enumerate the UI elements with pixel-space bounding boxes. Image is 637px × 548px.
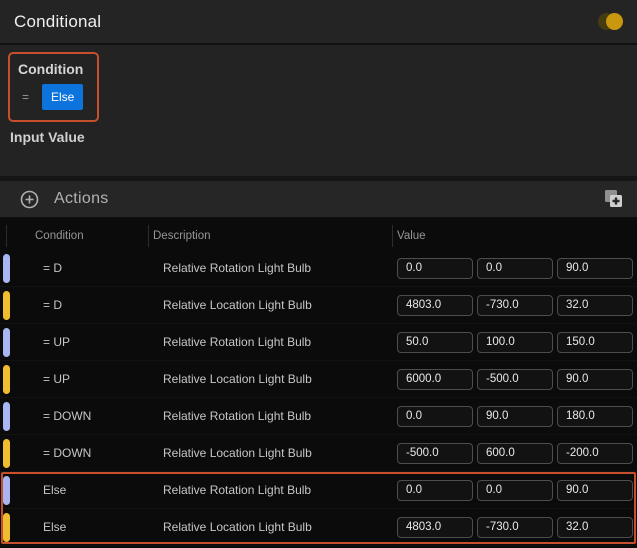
row-description: Relative Location Light Bulb — [163, 520, 397, 534]
condition-label: Condition — [18, 61, 83, 77]
condition-box: Condition = Else — [8, 52, 99, 122]
value-x-input[interactable] — [397, 369, 473, 390]
value-x-input[interactable] — [397, 443, 473, 464]
row-accent-pill — [3, 513, 10, 542]
value-y-input[interactable] — [477, 332, 553, 353]
condition-else-badge[interactable]: Else — [42, 84, 83, 110]
row-condition: = UP — [43, 335, 163, 349]
action-row[interactable]: = UP Relative Rotation Light Bulb — [0, 324, 637, 361]
row-condition: = DOWN — [43, 446, 163, 460]
actions-table-header: Condition Description Value — [0, 222, 637, 250]
row-description: Relative Rotation Light Bulb — [163, 261, 397, 275]
value-z-input[interactable] — [557, 258, 633, 279]
value-z-input[interactable] — [557, 406, 633, 427]
row-accent-pill — [3, 439, 10, 468]
row-accent-pill — [3, 402, 10, 431]
input-value-label: Input Value — [10, 129, 629, 145]
header-condition: Condition — [35, 230, 153, 242]
row-description: Relative Location Light Bulb — [163, 446, 397, 460]
column-divider[interactable] — [148, 225, 149, 247]
row-description: Relative Location Light Bulb — [163, 372, 397, 386]
value-z-input[interactable] — [557, 295, 633, 316]
value-y-input[interactable] — [477, 406, 553, 427]
value-z-input[interactable] — [557, 480, 633, 501]
row-condition: Else — [43, 483, 163, 497]
row-condition: Else — [43, 520, 163, 534]
row-accent-pill — [3, 254, 10, 283]
action-row[interactable]: = D Relative Rotation Light Bulb — [0, 250, 637, 287]
row-condition: = UP — [43, 372, 163, 386]
row-accent-pill — [3, 365, 10, 394]
row-description: Relative Rotation Light Bulb — [163, 483, 397, 497]
value-x-input[interactable] — [397, 295, 473, 316]
duplicate-plus-icon — [601, 187, 625, 211]
column-divider[interactable] — [6, 225, 7, 247]
action-row[interactable]: = D Relative Location Light Bulb — [0, 287, 637, 324]
header-value: Value — [397, 230, 426, 242]
value-x-input[interactable] — [397, 480, 473, 501]
value-z-input[interactable] — [557, 443, 633, 464]
value-y-input[interactable] — [477, 295, 553, 316]
plus-circle-icon — [20, 190, 39, 209]
equals-operator: = — [22, 90, 34, 104]
row-description: Relative Rotation Light Bulb — [163, 409, 397, 423]
value-x-input[interactable] — [397, 332, 473, 353]
value-y-input[interactable] — [477, 369, 553, 390]
keyframe-dot-icon[interactable] — [598, 13, 623, 30]
panel-title: Conditional — [14, 12, 101, 32]
row-accent-pill — [3, 476, 10, 505]
actions-title: Actions — [54, 190, 109, 208]
actions-header: Actions — [0, 181, 637, 218]
value-x-input[interactable] — [397, 406, 473, 427]
conditional-panel: Conditional Condition = Else Input Value… — [0, 0, 637, 548]
value-y-input[interactable] — [477, 258, 553, 279]
value-y-input[interactable] — [477, 517, 553, 538]
action-row[interactable]: = DOWN Relative Rotation Light Bulb — [0, 398, 637, 435]
value-z-input[interactable] — [557, 369, 633, 390]
panel-titlebar: Conditional — [0, 0, 637, 45]
action-row[interactable]: Else Relative Location Light Bulb — [0, 509, 637, 546]
row-description: Relative Location Light Bulb — [163, 298, 397, 312]
value-y-input[interactable] — [477, 480, 553, 501]
duplicate-action-button[interactable] — [601, 187, 625, 211]
value-x-input[interactable] — [397, 517, 473, 538]
row-description: Relative Rotation Light Bulb — [163, 335, 397, 349]
actions-table: Condition Description Value = D Relative… — [0, 218, 637, 548]
row-condition: = D — [43, 261, 163, 275]
condition-section: Condition = Else Input Value — [0, 45, 637, 176]
row-condition: = D — [43, 298, 163, 312]
value-z-input[interactable] — [557, 517, 633, 538]
row-accent-pill — [3, 291, 10, 320]
header-description: Description — [153, 230, 397, 242]
row-condition: = DOWN — [43, 409, 163, 423]
action-row[interactable]: = UP Relative Location Light Bulb — [0, 361, 637, 398]
action-row[interactable]: = DOWN Relative Location Light Bulb — [0, 435, 637, 472]
column-divider[interactable] — [392, 225, 393, 247]
keyframe-dot-front — [606, 13, 623, 30]
value-y-input[interactable] — [477, 443, 553, 464]
row-accent-pill — [3, 328, 10, 357]
action-row[interactable]: Else Relative Rotation Light Bulb — [0, 472, 637, 509]
value-z-input[interactable] — [557, 332, 633, 353]
actions-table-body: = D Relative Rotation Light Bulb = D Rel… — [0, 250, 637, 546]
value-x-input[interactable] — [397, 258, 473, 279]
add-action-button[interactable] — [20, 190, 39, 209]
